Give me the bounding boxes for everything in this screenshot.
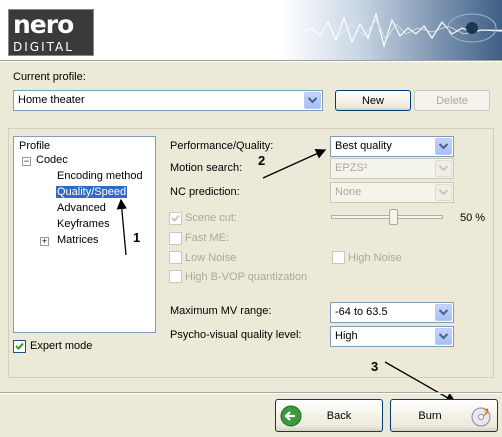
annotation-arrows bbox=[116, 149, 457, 403]
back-button-label: Back bbox=[326, 410, 352, 422]
arrow-1 bbox=[116, 198, 128, 256]
burn-button-label: Burn bbox=[418, 410, 442, 422]
arrow-2 bbox=[262, 149, 327, 179]
back-button[interactable]: Back bbox=[275, 399, 383, 432]
footer-divider bbox=[0, 392, 502, 394]
arrow-3 bbox=[384, 361, 457, 403]
annotation-3: 3 bbox=[371, 359, 379, 374]
burn-disc-icon bbox=[471, 407, 491, 427]
annotation-2: 2 bbox=[258, 153, 266, 168]
annotation-1: 1 bbox=[133, 230, 141, 245]
burn-button[interactable]: Burn bbox=[390, 399, 498, 432]
